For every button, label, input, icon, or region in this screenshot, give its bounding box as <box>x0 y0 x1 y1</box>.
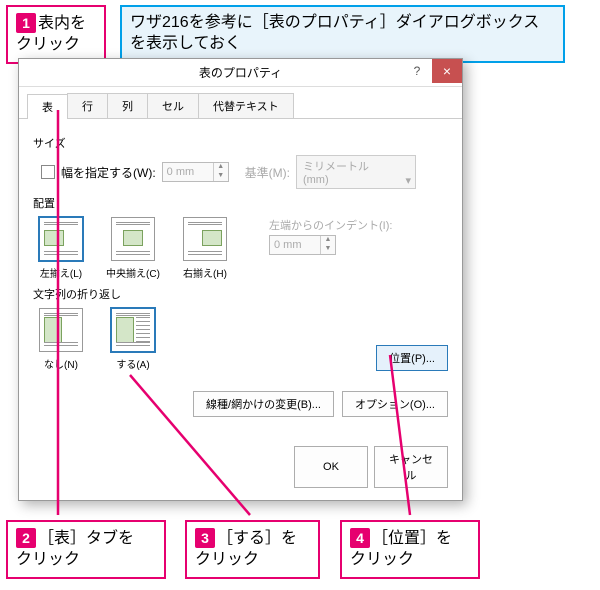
wrap-none-label: なし(N) <box>44 360 78 371</box>
indent-input <box>270 237 320 253</box>
tab-alt-text[interactable]: 代替テキスト <box>198 93 294 118</box>
wrap-around-icon <box>111 308 155 352</box>
tab-table[interactable]: 表 <box>27 94 68 119</box>
wrap-none[interactable]: なし(N) <box>33 308 89 371</box>
align-left-icon <box>39 217 83 261</box>
basis-label: 基準(M): <box>245 164 290 181</box>
close-button[interactable]: × <box>432 59 462 83</box>
tab-row[interactable]: 行 <box>67 93 108 118</box>
width-checkbox[interactable] <box>41 165 55 179</box>
help-button[interactable]: ? <box>402 59 432 83</box>
indent-spinner[interactable]: ▲▼ <box>269 235 336 255</box>
callout-2: 2［表］タブを クリック <box>6 520 166 579</box>
ok-button[interactable]: OK <box>294 446 368 488</box>
width-input <box>163 164 213 180</box>
spin-down-icon: ▼ <box>214 172 228 181</box>
callout-1: 1表内を クリック <box>6 5 106 64</box>
wrap-none-icon <box>39 308 83 352</box>
align-right[interactable]: 右揃え(H) <box>177 217 233 280</box>
tab-column[interactable]: 列 <box>107 93 148 118</box>
callout-4: 4［位置］を クリック <box>340 520 480 579</box>
badge-3: 3 <box>195 528 215 548</box>
width-spinner[interactable]: ▲▼ <box>162 162 229 182</box>
titlebar: 表のプロパティ ? × <box>19 59 462 87</box>
spin-down-icon: ▼ <box>321 245 335 254</box>
spin-up-icon: ▲ <box>214 163 228 172</box>
spin-up-icon: ▲ <box>321 236 335 245</box>
position-button[interactable]: 位置(P)... <box>376 345 448 371</box>
cancel-button[interactable]: キャンセル <box>374 446 448 488</box>
options-button[interactable]: オプション(O)... <box>342 391 448 417</box>
badge-1: 1 <box>16 13 36 33</box>
callout-info-text: ワザ216を参考に［表のプロパティ］ダイアログボックスを表示しておく <box>130 14 539 52</box>
align-label: 配置 <box>33 195 448 211</box>
callout-info: ワザ216を参考に［表のプロパティ］ダイアログボックスを表示しておく <box>120 5 565 63</box>
wrap-around[interactable]: する(A) <box>105 308 161 371</box>
callout-3: 3［する］を クリック <box>185 520 320 579</box>
badge-4: 4 <box>350 528 370 548</box>
align-left[interactable]: 左揃え(L) <box>33 217 89 280</box>
borders-button[interactable]: 線種/網かけの変更(B)... <box>193 391 334 417</box>
indent-label: 左端からのインデント(I): <box>269 217 392 233</box>
align-left-label: 左揃え(L) <box>40 269 82 280</box>
align-right-icon <box>183 217 227 261</box>
basis-select[interactable]: ミリメートル (mm) <box>296 155 416 189</box>
align-center-label: 中央揃え(C) <box>106 269 160 280</box>
table-properties-dialog: 表のプロパティ ? × 表 行 列 セル 代替テキスト サイズ 幅を指定する(W… <box>18 58 463 501</box>
width-checkbox-label: 幅を指定する(W): <box>61 164 156 181</box>
wrap-around-label: する(A) <box>116 360 149 371</box>
tab-strip: 表 行 列 セル 代替テキスト <box>19 87 462 119</box>
wrap-label: 文字列の折り返し <box>33 286 448 302</box>
align-center[interactable]: 中央揃え(C) <box>105 217 161 280</box>
align-right-label: 右揃え(H) <box>183 269 227 280</box>
align-center-icon <box>111 217 155 261</box>
size-label: サイズ <box>33 135 448 151</box>
tab-cell[interactable]: セル <box>147 93 199 118</box>
dialog-title: 表のプロパティ <box>199 66 282 80</box>
badge-2: 2 <box>16 528 36 548</box>
